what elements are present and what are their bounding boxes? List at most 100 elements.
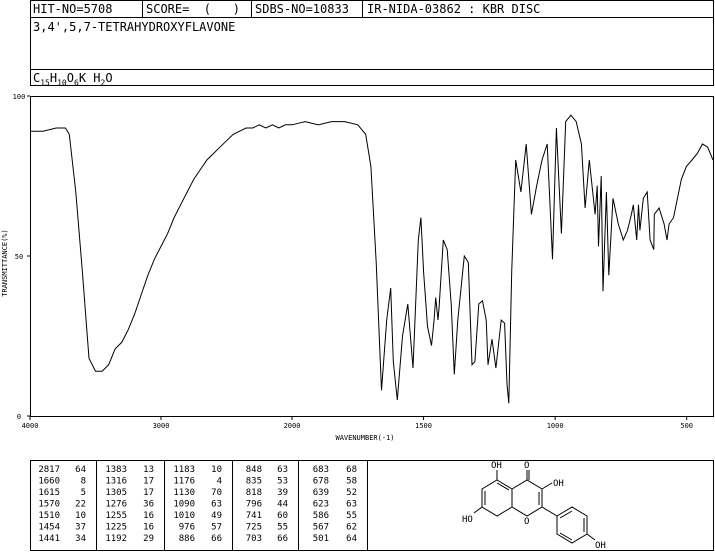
peak-wavenumber: 1276 [105, 500, 127, 510]
peak-wavenumber: 1383 [105, 465, 127, 475]
peak-intensity: 63 [277, 465, 288, 475]
peak-intensity: 60 [277, 511, 288, 521]
compound-name: 3,4',5,7-TETRAHYDROXYFLAVONE [33, 20, 236, 34]
peak-intensity: 58 [346, 477, 357, 487]
structure-label: OH [553, 479, 564, 489]
peak-intensity: 53 [277, 477, 288, 487]
peak-wavenumber: 1570 [38, 500, 60, 510]
peak-wavenumber: 1183 [173, 465, 195, 475]
y-axis-label: TRANSMITTANCE(%) [1, 229, 9, 296]
peak-wavenumber: 586 [313, 511, 329, 521]
peak-wavenumber: 835 [246, 477, 262, 487]
chemical-structure [473, 470, 596, 544]
peak-wavenumber: 501 [313, 534, 329, 544]
structure-label: O [524, 461, 529, 471]
peak-wavenumber: 1454 [38, 523, 60, 533]
peak-wavenumber: 1176 [173, 477, 195, 487]
peak-intensity: 13 [143, 465, 154, 475]
y-tick-label: 50 [15, 253, 23, 261]
peak-wavenumber: 1510 [38, 511, 60, 521]
peak-intensity: 10 [211, 465, 222, 475]
y-tick-label: 100 [13, 93, 26, 101]
peak-wavenumber: 725 [246, 523, 262, 533]
peak-wavenumber: 1305 [105, 488, 127, 498]
spectrum-line [30, 114, 714, 404]
peak-intensity: 55 [346, 511, 357, 521]
x-tick-label: 4000 [22, 422, 39, 430]
hit-number: HIT-NO=5708 [33, 2, 113, 16]
x-tick-label: 2000 [284, 422, 301, 430]
peak-intensity: 34 [75, 534, 86, 544]
peak-wavenumber: 639 [313, 488, 329, 498]
peak-intensity: 70 [211, 488, 222, 498]
peak-wavenumber: 683 [313, 465, 329, 475]
peak-table: 2817 641660 81615 51570 221510 101454 371441 34… [30, 460, 714, 551]
peak-wavenumber: 976 [179, 523, 195, 533]
peak-intensity: 63 [346, 500, 357, 510]
structure-label: OH [491, 461, 502, 471]
peak-intensity: 39 [277, 488, 288, 498]
structure-label: HO [462, 515, 473, 525]
peak-intensity: 16 [143, 523, 154, 533]
peak-intensity: 10 [75, 511, 86, 521]
peak-intensity: 62 [346, 523, 357, 533]
ir-nida-number: IR-NIDA-03862 : KBR DISC [367, 2, 541, 16]
peak-intensity: 17 [143, 488, 154, 498]
x-axis-label: WAVENUMBER(-1) [335, 434, 394, 442]
peak-intensity: 68 [346, 465, 357, 475]
peak-wavenumber: 818 [246, 488, 262, 498]
peak-wavenumber: 741 [246, 511, 262, 521]
peak-intensity: 17 [143, 477, 154, 487]
peak-intensity: 49 [211, 511, 222, 521]
peak-wavenumber: 703 [246, 534, 262, 544]
peak-intensity: 57 [211, 523, 222, 533]
peak-wavenumber: 623 [313, 500, 329, 510]
x-tick-label: 500 [680, 422, 693, 430]
peak-intensity: 44 [277, 500, 288, 510]
peak-intensity: 8 [81, 477, 86, 487]
peak-table-cells: 2817 641660 81615 51570 221510 101454 371441 34… [38, 465, 357, 544]
peak-wavenumber: 1130 [173, 488, 195, 498]
peak-intensity: 16 [143, 511, 154, 521]
peak-intensity: 64 [346, 534, 357, 544]
peak-wavenumber: 796 [246, 500, 262, 510]
peak-wavenumber: 1090 [173, 500, 195, 510]
x-axis: 4000 3000 2000 1500 1000 500 [22, 416, 693, 430]
peak-intensity: 55 [277, 523, 288, 533]
peak-intensity: 36 [143, 500, 154, 510]
peak-wavenumber: 2817 [38, 465, 60, 475]
peak-intensity: 66 [211, 534, 222, 544]
peak-wavenumber: 848 [246, 465, 262, 475]
x-tick-label: 1500 [415, 422, 432, 430]
peak-intensity: 63 [211, 500, 222, 510]
peak-intensity: 29 [143, 534, 154, 544]
peak-wavenumber: 678 [313, 477, 329, 487]
peak-wavenumber: 1441 [38, 534, 60, 544]
peak-wavenumber: 1660 [38, 477, 60, 487]
spectrum-header: HIT-NO=5708 SCORE= ( ) SDBS-NO=10833 IR-… [30, 0, 714, 87]
peak-wavenumber: 1255 [105, 511, 127, 521]
score-field: SCORE= ( ) [146, 2, 240, 16]
sdbs-number: SDBS-NO=10833 [255, 2, 349, 16]
structure-label: O [524, 517, 529, 527]
plot-frame [30, 96, 714, 417]
peak-wavenumber: 886 [179, 534, 195, 544]
y-tick-label: 0 [17, 413, 21, 421]
peak-intensity: 5 [81, 488, 86, 498]
ir-spectrum-chart: 100500 4000 3000 2000 1500 1000 500 WAVENUMBE… [1, 93, 714, 442]
x-tick-label: 1000 [547, 422, 564, 430]
peak-wavenumber: 1316 [105, 477, 127, 487]
peak-wavenumber: 1615 [38, 488, 60, 498]
peak-wavenumber: 1192 [105, 534, 127, 544]
peak-intensity: 22 [75, 500, 86, 510]
peak-wavenumber: 1010 [173, 511, 195, 521]
x-tick-label: 3000 [153, 422, 170, 430]
peak-intensity: 64 [75, 465, 86, 475]
peak-intensity: 37 [75, 523, 86, 533]
y-axis: 100 50 0 [13, 93, 30, 421]
peak-wavenumber: 1225 [105, 523, 127, 533]
peak-intensity: 4 [217, 477, 222, 487]
peak-intensity: 52 [346, 488, 357, 498]
peak-wavenumber: 567 [313, 523, 329, 533]
structure-label: OH [595, 541, 606, 551]
